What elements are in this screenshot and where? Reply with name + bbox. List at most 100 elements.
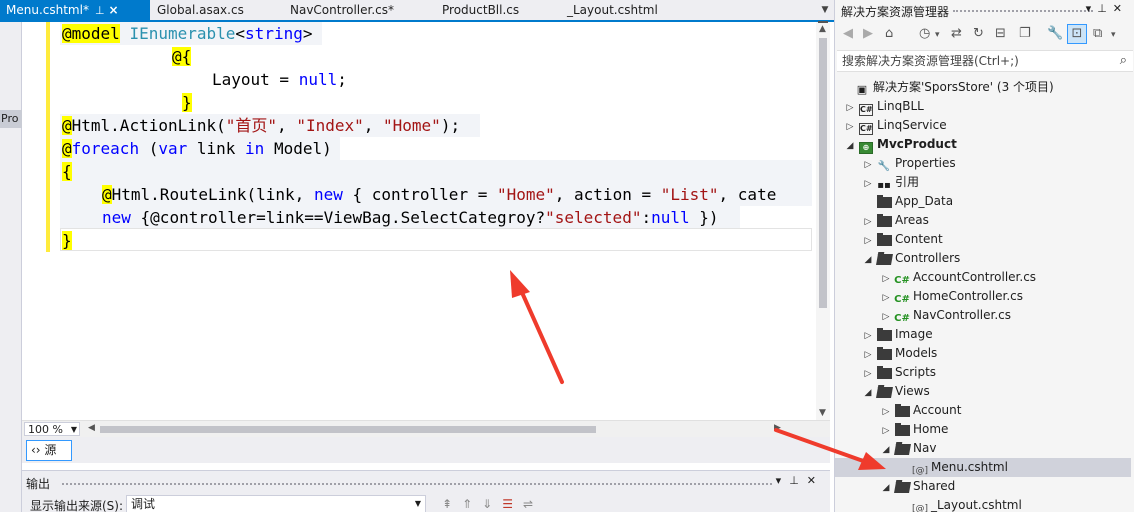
razor-file-icon: [@] — [911, 504, 929, 512]
tree-node-models[interactable]: ▷ Models — [861, 344, 937, 363]
tree-node-linqbll[interactable]: ▷ C# LinqBLL — [843, 97, 924, 116]
find-message-icon[interactable]: ⇞ — [442, 497, 462, 511]
home-icon[interactable]: ⌂ — [885, 26, 893, 41]
tab-menu-cshtml[interactable]: Menu.cshtml* ⊥ × — [0, 0, 150, 20]
wrench-icon: 🔧 — [877, 161, 891, 172]
code-token: @ — [62, 116, 72, 135]
code-line-7: { — [62, 160, 72, 183]
collapse-arrow-icon[interactable]: ◢ — [843, 137, 857, 156]
code-token: , cate — [718, 185, 777, 204]
chevron-down-icon: ▼ — [70, 425, 77, 434]
show-all-files-icon[interactable]: ❐ — [1019, 26, 1031, 41]
code-token: IEnumerable — [129, 24, 236, 43]
pin-icon[interactable]: ⊥ — [95, 1, 105, 21]
preview-selected-icon[interactable]: ⊡ — [1067, 24, 1087, 44]
tree-node-references[interactable]: ▷ ▪▪ 引用 — [861, 173, 919, 192]
tab-global-asax[interactable]: Global.asax.cs — [151, 0, 279, 20]
code-token: Model) — [264, 139, 332, 158]
code-token: , action = — [554, 185, 661, 204]
tree-node-properties[interactable]: ▷ 🔧 Properties — [861, 154, 956, 173]
word-wrap-icon[interactable]: ⇌ — [523, 497, 543, 511]
folder-icon — [876, 366, 892, 379]
sync-icon[interactable]: ⇄ — [951, 26, 962, 41]
output-source-value: 调试 — [131, 497, 156, 511]
solution-search-input[interactable]: 搜索解决方案资源管理器(Ctrl+;) ⌕ — [837, 50, 1133, 72]
tree-node-views-nav[interactable]: ◢ Nav — [879, 439, 936, 458]
tree-node-image[interactable]: ▷ Image — [861, 325, 933, 344]
search-icon[interactable]: ⌕ — [1120, 51, 1127, 71]
tree-node-mvcproduct[interactable]: ◢ ⊕ MvcProduct — [843, 135, 957, 154]
code-line-10: } — [62, 229, 72, 252]
tree-node-scripts[interactable]: ▷ Scripts — [861, 363, 936, 382]
collapse-arrow-icon[interactable]: ◢ — [861, 251, 875, 270]
clear-all-icon[interactable]: ☰ — [502, 497, 523, 511]
chevron-down-icon[interactable]: ▾ — [776, 474, 790, 487]
source-view-label: 源 — [44, 443, 57, 457]
forward-icon[interactable]: ▶ — [863, 26, 873, 41]
tree-node-navcontroller[interactable]: ▷ C# NavController.cs — [879, 306, 1012, 325]
tree-node-homecontroller[interactable]: ▷ C# HomeController.cs — [879, 287, 1024, 306]
code-token: "Home" — [383, 116, 441, 135]
folder-open-icon — [893, 482, 911, 493]
output-source-select[interactable]: 调试 ▼ — [126, 495, 426, 512]
close-icon[interactable]: ✕ — [1113, 2, 1128, 15]
collapsed-tool-tab[interactable]: Pro — [0, 110, 22, 128]
tree-node-controllers[interactable]: ◢ Controllers — [861, 249, 960, 268]
tree-node-linqservice[interactable]: ▷ C# LinqService — [843, 116, 947, 135]
tree-node-areas[interactable]: ▷ Areas — [861, 211, 929, 230]
tree-node-views-home[interactable]: ▷ Home — [879, 420, 948, 439]
code-token: : — [641, 208, 652, 227]
splitter-handle[interactable] — [818, 21, 828, 23]
scroll-up-icon[interactable]: ▲ — [819, 24, 826, 34]
folder-open-icon — [875, 387, 893, 398]
previous-message-icon[interactable]: ⇑ — [462, 497, 482, 511]
tree-node-content[interactable]: ▷ Content — [861, 230, 943, 249]
tree-node-views-account[interactable]: ▷ Account — [879, 401, 961, 420]
tab-productbll[interactable]: ProductBll.cs — [436, 0, 558, 20]
tree-node-views[interactable]: ◢ Views — [861, 382, 930, 401]
close-icon[interactable]: ✕ — [807, 474, 824, 487]
close-icon[interactable]: × — [109, 0, 119, 20]
code-token: "List" — [660, 185, 719, 204]
tab-layout[interactable]: _Layout.cshtml — [561, 0, 691, 20]
history-icon[interactable]: ◷ — [919, 26, 930, 41]
web-project-icon: ⊕ — [859, 142, 873, 154]
next-message-icon[interactable]: ⇓ — [482, 497, 502, 511]
editor-vertical-scrollbar[interactable]: ▲ ▼ — [816, 21, 830, 420]
pin-icon[interactable]: ⊥ — [1097, 2, 1113, 15]
tab-navcontroller[interactable]: NavController.cs* — [284, 0, 430, 20]
tab-label: NavController.cs* — [290, 3, 395, 17]
collapse-arrow-icon[interactable]: ◢ — [879, 479, 893, 498]
code-token: {@controller=link==ViewBag.SelectCategro… — [130, 208, 546, 227]
properties-icon[interactable]: 🔧 — [1047, 26, 1063, 41]
horizontal-scroll-thumb[interactable] — [100, 426, 596, 433]
tree-node-solution[interactable]: ▣ 解决方案'SporsStore' (3 个项目) — [839, 78, 1054, 97]
zoom-select[interactable]: 100 % ▼ — [24, 422, 80, 436]
tree-node-views-shared[interactable]: ◢ Shared — [879, 477, 955, 496]
tree-node-layout-cshtml[interactable]: [@] _Layout.cshtml — [911, 496, 1022, 512]
tab-list-dropdown-icon[interactable]: ▼ — [818, 2, 832, 18]
source-view-button[interactable]: ‹› 源 — [26, 440, 72, 461]
collapse-all-icon[interactable]: ⊟ — [995, 26, 1006, 41]
chevron-down-icon[interactable]: ▾ — [1111, 30, 1116, 40]
chevron-down-icon[interactable]: ▾ — [935, 30, 940, 40]
chevron-down-icon[interactable]: ▾ — [1086, 2, 1098, 15]
scroll-down-icon[interactable]: ▼ — [819, 408, 826, 418]
pin-icon[interactable]: ⊥ — [789, 474, 807, 487]
tree-node-menu-cshtml[interactable]: [@] Menu.cshtml — [835, 458, 1131, 477]
code-area[interactable]: @model IEnumerable<string> @{ Layout = n… — [40, 22, 816, 420]
output-window-controls: ▾⊥✕ — [776, 474, 824, 487]
scroll-left-icon[interactable]: ◀ — [88, 423, 95, 433]
tree-node-accountcontroller[interactable]: ▷ C# AccountController.cs — [879, 268, 1037, 287]
tree-node-app-data[interactable]: App_Data — [861, 192, 953, 211]
folder-icon — [876, 214, 892, 227]
back-icon[interactable]: ◀ — [843, 26, 853, 41]
scroll-thumb[interactable] — [819, 38, 827, 308]
refresh-icon[interactable]: ↻ — [973, 26, 984, 41]
code-line-8: @Html.RouteLink(link, new { controller =… — [102, 183, 776, 206]
collapse-arrow-icon[interactable]: ◢ — [861, 384, 875, 403]
class-view-icon[interactable]: ⧉ — [1093, 26, 1102, 41]
code-token: @{ — [172, 47, 192, 66]
scroll-right-icon[interactable]: ▶ — [774, 423, 781, 433]
output-toolbar: ⇞⇑⇓☰⇌ — [442, 497, 543, 511]
